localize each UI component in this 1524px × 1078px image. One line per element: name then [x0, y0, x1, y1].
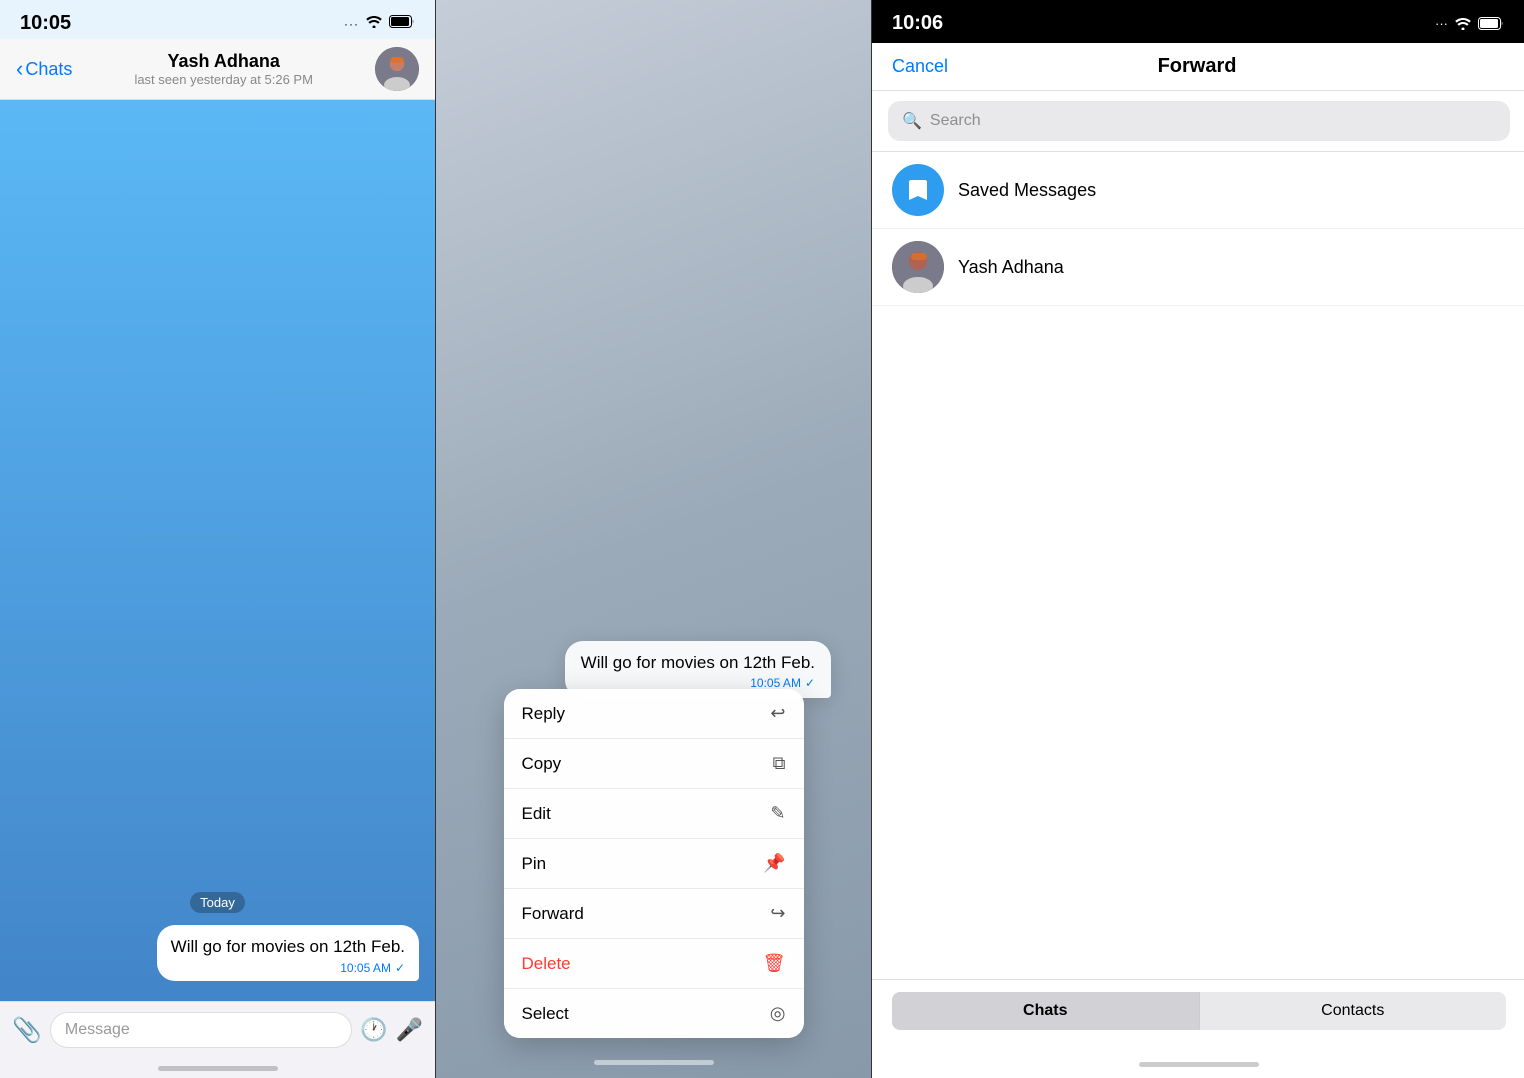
bottom-tabs: Chats Contacts [872, 979, 1524, 1050]
search-bar: 🔍 Search [872, 91, 1524, 152]
forward-screen: 10:06 ··· Cancel Forward 🔍 Search [872, 0, 1524, 1078]
preview-check-icon: ✓ [805, 676, 815, 690]
home-bar-p2 [594, 1060, 714, 1065]
reply-icon: ↩ [770, 703, 785, 724]
list-item-yash-adhana[interactable]: Yash Adhana [872, 229, 1524, 306]
forward-header: Cancel Forward [872, 43, 1524, 91]
context-menu-screen: Will go for movies on 12th Feb. 10:05 AM… [436, 0, 871, 1078]
status-time: 10:05 [20, 12, 71, 35]
message-time: 10:05 AM [340, 961, 391, 975]
edit-icon: ✎ [770, 803, 785, 824]
select-icon: ◎ [770, 1003, 786, 1024]
date-badge: Today [190, 892, 245, 913]
status-icons: ··· [344, 15, 415, 33]
search-input[interactable]: 🔍 Search [888, 101, 1510, 141]
menu-reply[interactable]: Reply ↩ [504, 689, 804, 739]
message-text: Will go for movies on 12th Feb. [171, 937, 405, 956]
message-input[interactable]: Message [50, 1012, 352, 1048]
search-icon: 🔍 [902, 111, 922, 131]
p3-status-icons: ··· [1435, 16, 1506, 31]
context-menu: Reply ↩ Copy ⧉ Edit ✎ Pin 📌 Forward ↪ De… [504, 689, 804, 1038]
message-meta: 10:05 AM ✓ [171, 961, 405, 975]
tab-chats-label: Chats [1023, 1002, 1067, 1019]
sticker-button[interactable]: 🕐 [360, 1017, 387, 1043]
list-item-saved-messages[interactable]: Saved Messages [872, 152, 1524, 229]
yash-avatar [892, 241, 944, 293]
message-placeholder: Message [65, 1021, 130, 1038]
wifi-icon [365, 15, 383, 33]
pin-label: Pin [522, 854, 547, 874]
chevron-left-icon: ‹ [16, 56, 23, 82]
menu-pin[interactable]: Pin 📌 [504, 839, 804, 889]
menu-delete[interactable]: Delete 🗑 [504, 939, 804, 989]
chat-body: Today Will go for movies on 12th Feb. 10… [0, 100, 435, 1001]
contact-info: Yash Adhana last seen yesterday at 5:26 … [134, 51, 312, 87]
home-bar-p3 [1139, 1062, 1259, 1067]
status-bar-panel3: 10:06 ··· [872, 0, 1524, 43]
status-bar-panel1: 10:05 ··· [0, 0, 435, 39]
back-button[interactable]: ‹ Chats [16, 56, 72, 82]
avatar[interactable] [375, 47, 419, 91]
chat-screen: 10:05 ··· ‹ Chats [0, 0, 435, 1078]
tab-contacts[interactable]: Contacts [1200, 992, 1507, 1030]
menu-forward[interactable]: Forward ↪ [504, 889, 804, 939]
preview-time: 10:05 AM [750, 676, 801, 690]
pin-icon: 📌 [763, 853, 785, 874]
preview-text: Will go for movies on 12th Feb. [581, 653, 815, 672]
saved-messages-label: Saved Messages [958, 180, 1096, 201]
signal-icon: ··· [344, 17, 359, 31]
copy-label: Copy [522, 754, 562, 774]
tab-contacts-label: Contacts [1321, 1002, 1384, 1019]
forward-label: Forward [522, 904, 584, 924]
message-bubble[interactable]: Will go for movies on 12th Feb. 10:05 AM… [157, 925, 419, 981]
delete-icon: 🗑 [763, 953, 786, 974]
p3-signal-icon: ··· [1435, 16, 1448, 31]
preview-meta: 10:05 AM ✓ [581, 676, 815, 690]
date-label: Today [16, 892, 419, 913]
yash-adhana-label: Yash Adhana [958, 257, 1064, 278]
chat-input-bar: 📎 Message 🕐 🎤 [0, 1001, 435, 1058]
saved-messages-avatar [892, 164, 944, 216]
edit-label: Edit [522, 804, 551, 824]
cancel-button[interactable]: Cancel [892, 56, 948, 77]
battery-icon [389, 15, 415, 33]
forward-icon: ↪ [770, 903, 785, 924]
p3-status-time: 10:06 [892, 12, 943, 35]
home-bar [158, 1066, 278, 1071]
menu-select[interactable]: Select ◎ [504, 989, 804, 1038]
p3-wifi-icon [1454, 17, 1472, 30]
copy-icon: ⧉ [773, 753, 786, 774]
reply-label: Reply [522, 704, 565, 724]
attach-button[interactable]: 📎 [12, 1016, 42, 1045]
menu-edit[interactable]: Edit ✎ [504, 789, 804, 839]
menu-copy[interactable]: Copy ⧉ [504, 739, 804, 789]
delete-label: Delete [522, 954, 571, 974]
tab-chats[interactable]: Chats [892, 992, 1200, 1030]
forward-title: Forward [1158, 55, 1237, 78]
contact-status: last seen yesterday at 5:26 PM [134, 72, 312, 87]
contact-name: Yash Adhana [167, 51, 279, 72]
home-indicator-p2 [436, 1046, 871, 1078]
select-label: Select [522, 1004, 569, 1024]
chat-header: ‹ Chats Yash Adhana last seen yesterday … [0, 39, 435, 100]
search-placeholder: Search [930, 112, 981, 130]
p3-battery-icon [1478, 17, 1506, 30]
home-indicator [0, 1058, 435, 1078]
message-check-icon: ✓ [395, 961, 405, 975]
voice-button[interactable]: 🎤 [396, 1017, 423, 1043]
chats-back-label[interactable]: Chats [25, 59, 72, 80]
home-indicator-p3 [872, 1050, 1524, 1078]
contacts-list: Saved Messages Yash Adhana [872, 152, 1524, 979]
